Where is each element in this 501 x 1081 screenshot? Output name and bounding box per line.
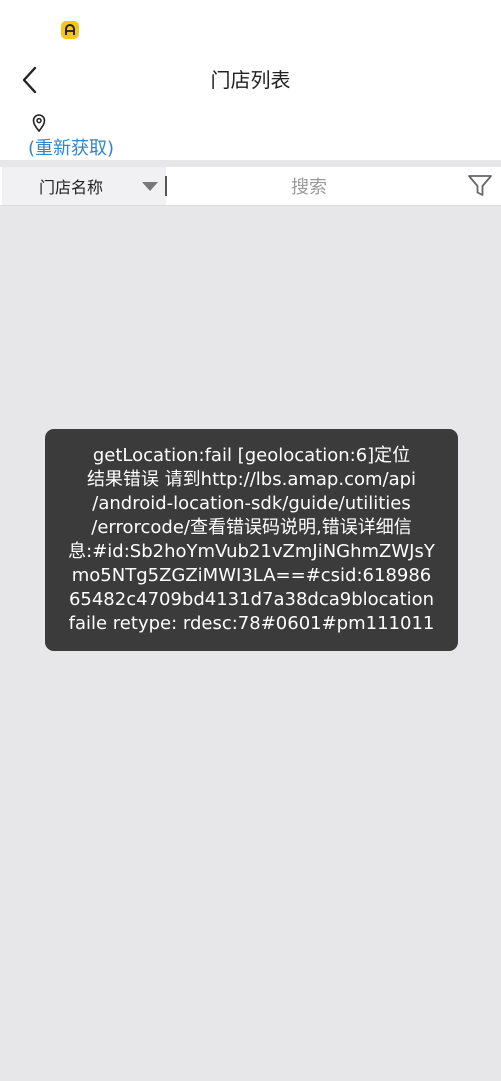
store-name-dropdown[interactable]: 门店名称 bbox=[2, 167, 166, 205]
toast-line: 结果错误 请到http://lbs.amap.com/api bbox=[86, 469, 417, 490]
error-toast: getLocation:fail [geolocation:6]定位 结果错误 … bbox=[45, 429, 458, 651]
separator bbox=[165, 176, 167, 196]
toast-line: getLocation:fail [geolocation:6]定位 bbox=[92, 445, 411, 466]
search-input[interactable] bbox=[172, 170, 446, 204]
section-divider bbox=[0, 160, 501, 167]
toast-line: /android-location-sdk/guide/utilities bbox=[92, 493, 411, 514]
refresh-location-link[interactable]: (重新获取) bbox=[28, 134, 114, 160]
toast-line: 息:#id:Sb2hoYmVub21vZmJiNGhmZWJsY bbox=[68, 541, 435, 562]
filter-button[interactable] bbox=[466, 173, 494, 199]
toast-line: 65482c4709bd4131d7a38dca9blocation bbox=[68, 589, 435, 610]
store-name-dropdown-label: 门店名称 bbox=[39, 178, 104, 197]
page-title: 门店列表 bbox=[210, 68, 291, 92]
toast-line: faile retype: rdesc:78#0601#pm111011 bbox=[68, 613, 435, 634]
app-header: 门店列表 (重新获取) bbox=[0, 0, 501, 160]
toast-line: /errorcode/查看错误码说明,错误详细信 bbox=[91, 517, 412, 538]
funnel-icon bbox=[468, 175, 492, 196]
filter-bar: 门店名称 bbox=[0, 167, 501, 206]
toast-line: mo5NTg5ZGZiMWI3LA==#csid:618986 bbox=[71, 565, 432, 586]
location-pin-icon bbox=[32, 114, 46, 132]
caret-down-icon bbox=[142, 182, 158, 191]
app-badge-icon bbox=[61, 21, 79, 39]
